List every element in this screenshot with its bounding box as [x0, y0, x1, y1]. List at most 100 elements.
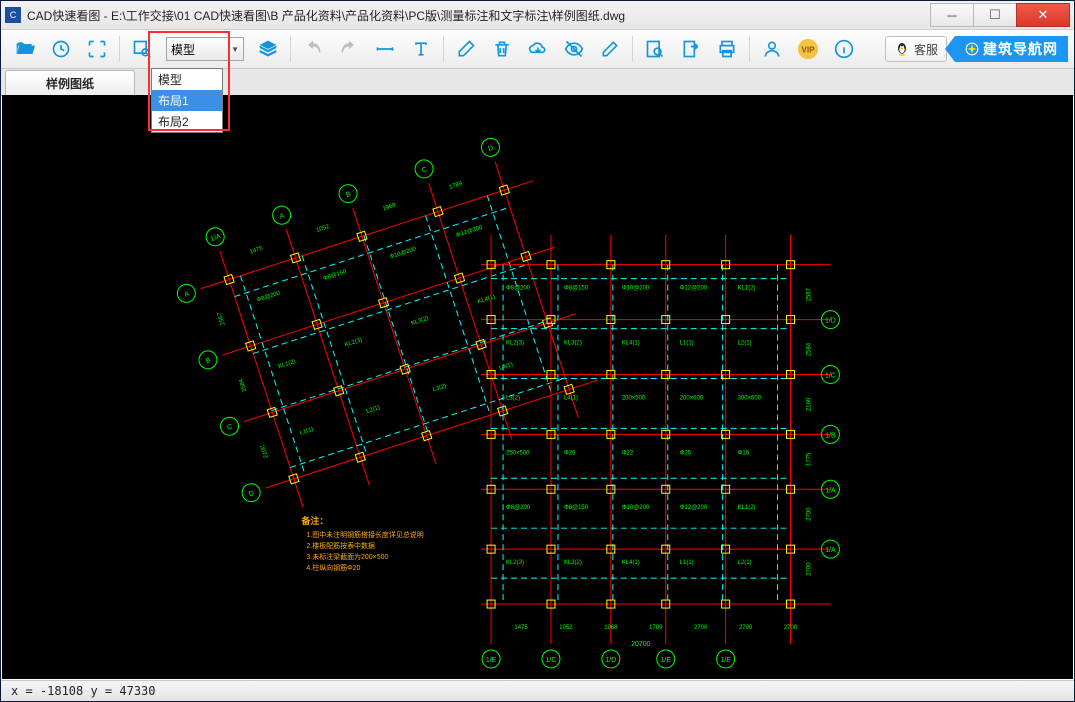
drawing-canvas[interactable]: 1/AABCDABCDΦ8@200Φ8@150Φ10@200Φ12@200KL1… [2, 95, 1073, 679]
svg-text:A: A [184, 291, 191, 299]
svg-text:B: B [345, 191, 352, 199]
dropdown-item-model[interactable]: 模型 [152, 69, 222, 90]
svg-text:20700: 20700 [631, 641, 651, 648]
compass-icon [965, 42, 979, 56]
svg-text:1/B: 1/B [825, 432, 836, 439]
redo-icon[interactable] [335, 35, 363, 63]
svg-text:B: B [205, 357, 212, 365]
svg-text:KL4(1): KL4(1) [477, 294, 496, 305]
svg-text:KL3(2): KL3(2) [564, 560, 582, 566]
svg-text:KL2(3): KL2(3) [506, 560, 524, 566]
cloud-download-icon[interactable] [524, 35, 552, 63]
layers-icon[interactable] [254, 35, 282, 63]
vip-icon[interactable]: VIP [794, 35, 822, 63]
info-icon[interactable] [830, 35, 858, 63]
svg-text:1789: 1789 [649, 625, 663, 631]
combo-value: 模型 [171, 41, 195, 58]
dropdown-item-layout1[interactable]: 布局1 [152, 90, 222, 111]
titlebar: C CAD快速看图 - E:\工作交接\01 CAD快速看图\B 产品化资料\产… [1, 1, 1074, 30]
svg-text:1/E: 1/E [720, 657, 731, 664]
print-icon[interactable] [713, 35, 741, 63]
svg-text:A: A [279, 212, 286, 220]
nav-site-button[interactable]: 建筑导航网 [955, 36, 1068, 62]
zoom-extents-icon[interactable] [83, 35, 111, 63]
qq-icon [894, 41, 910, 57]
app-name: CAD快速看图 [27, 9, 100, 23]
minimize-button[interactable]: ─ [930, 3, 974, 27]
svg-text:1/E: 1/E [661, 657, 672, 664]
svg-text:1/D: 1/D [605, 657, 616, 664]
nav-label: 建筑导航网 [983, 39, 1058, 59]
customer-service-button[interactable]: 客服 [885, 36, 947, 62]
svg-text:Φ8@150: Φ8@150 [323, 269, 348, 282]
svg-text:L2(1): L2(1) [738, 341, 752, 347]
hide-icon[interactable] [560, 35, 588, 63]
svg-text:2700: 2700 [806, 507, 812, 521]
svg-text:Φ20: Φ20 [564, 450, 576, 456]
svg-text:1/D: 1/D [825, 318, 836, 325]
maximize-button[interactable]: ☐ [973, 3, 1017, 27]
svg-text:1/A: 1/A [825, 487, 836, 494]
svg-text:Φ12@200: Φ12@200 [455, 225, 484, 239]
svg-text:L3(2): L3(2) [506, 395, 520, 401]
status-bar: x = -18108 y = 47330 [1, 680, 1074, 701]
svg-text:1052: 1052 [559, 625, 573, 631]
toolbar: 模型 ▼ VIP 客服 建筑导航网 [1, 30, 1074, 69]
chevron-down-icon: ▼ [231, 45, 239, 54]
svg-text:D: D [487, 145, 494, 153]
dropdown-item-layout2[interactable]: 布局2 [152, 111, 222, 132]
svg-text:Φ10@200: Φ10@200 [389, 246, 418, 260]
svg-text:250×500: 250×500 [506, 450, 530, 456]
svg-text:L2(1): L2(1) [366, 405, 381, 415]
svg-text:1475: 1475 [514, 625, 528, 631]
svg-text:1/C: 1/C [825, 372, 836, 379]
svg-text:备注：: 备注： [300, 515, 328, 526]
svg-text:2700: 2700 [739, 625, 753, 631]
svg-text:KL1(2): KL1(2) [278, 359, 297, 370]
measure-icon[interactable] [371, 35, 399, 63]
undo-icon[interactable] [299, 35, 327, 63]
svg-text:L1(1): L1(1) [680, 560, 694, 566]
file-path: E:\工作交接\01 CAD快速看图\B 产品化资料\产品化资料\PC版\测量标… [111, 9, 625, 23]
delete-icon[interactable] [488, 35, 516, 63]
svg-text:VIP: VIP [801, 46, 815, 55]
close-button[interactable]: ✕ [1016, 3, 1070, 27]
tab-sample-drawing[interactable]: 样例图纸 [5, 70, 135, 95]
svg-text:1/A: 1/A [210, 233, 222, 243]
separator [443, 36, 444, 62]
svg-text:KL2(3): KL2(3) [506, 341, 524, 347]
svg-text:D: D [248, 490, 255, 498]
recent-icon[interactable] [47, 35, 75, 63]
svg-text:Φ8@150: Φ8@150 [564, 286, 589, 292]
svg-text:Φ10@200: Φ10@200 [622, 505, 650, 511]
svg-text:KL4(1): KL4(1) [622, 560, 640, 566]
svg-text:2.楼板配筋按表中数据: 2.楼板配筋按表中数据 [306, 541, 375, 550]
edit-icon[interactable] [596, 35, 624, 63]
svg-text:1/A: 1/A [825, 547, 836, 554]
svg-text:Φ8@150: Φ8@150 [564, 505, 589, 511]
svg-text:Φ25: Φ25 [680, 450, 692, 456]
export-icon[interactable] [677, 35, 705, 63]
model-layout-dropdown[interactable]: 模型 布局1 布局2 [151, 68, 223, 133]
cursor-coordinates: x = -18108 y = 47330 [11, 684, 156, 698]
svg-text:3.未标注梁截面为200×500: 3.未标注梁截面为200×500 [306, 552, 388, 561]
svg-text:1.图中未注明钢筋搭接长度详见总说明: 1.图中未注明钢筋搭接长度详见总说明 [306, 530, 423, 539]
window-title: CAD快速看图 - E:\工作交接\01 CAD快速看图\B 产品化资料\产品化… [27, 7, 931, 24]
svg-text:L1(1): L1(1) [299, 427, 314, 437]
find-text-icon[interactable] [641, 35, 669, 63]
svg-text:Φ22: Φ22 [622, 450, 634, 456]
text-icon[interactable] [407, 35, 435, 63]
svg-text:2100: 2100 [260, 444, 270, 459]
separator [290, 36, 291, 62]
svg-text:2100: 2100 [806, 397, 812, 411]
svg-text:C: C [227, 424, 234, 432]
svg-text:Φ10@200: Φ10@200 [622, 286, 650, 292]
user-icon[interactable] [758, 35, 786, 63]
svg-text:Φ12@200: Φ12@200 [680, 286, 708, 292]
zoom-window-icon[interactable] [128, 35, 156, 63]
svg-text:2700: 2700 [694, 625, 708, 631]
svg-text:1052: 1052 [316, 224, 331, 234]
open-icon[interactable] [11, 35, 39, 63]
erase-icon[interactable] [452, 35, 480, 63]
model-layout-combo[interactable]: 模型 ▼ [166, 37, 244, 61]
